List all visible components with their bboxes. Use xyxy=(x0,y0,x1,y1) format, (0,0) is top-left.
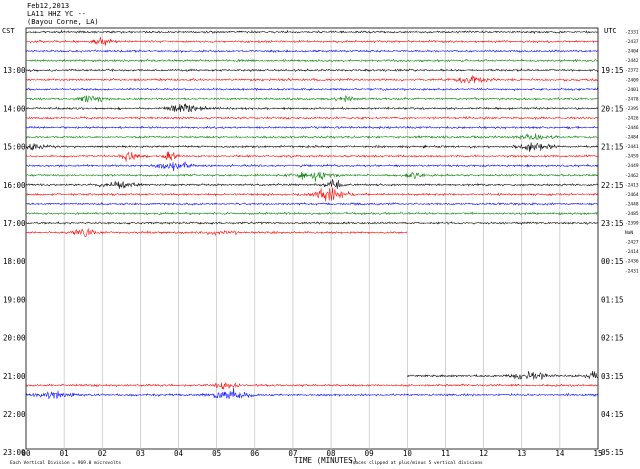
helicorder-chart: Feb12,2013 LA11 HHZ YC -- (Bayou Corne, … xyxy=(0,0,640,469)
line-end-label: NaN xyxy=(625,230,633,236)
right-hour-label: 21:15 xyxy=(601,143,624,152)
right-hour-label: 02:15 xyxy=(601,334,624,343)
line-end-label: -2331 xyxy=(625,30,639,36)
line-end-label: -2484 xyxy=(625,135,639,141)
x-tick-label: 01 xyxy=(60,449,69,458)
x-tick-label: 11 xyxy=(441,449,450,458)
right-hour-label: 04:15 xyxy=(601,410,624,419)
footer-clip-note: Traces clipped at plus/minus 5 vertical … xyxy=(350,460,483,466)
line-end-label: -2395 xyxy=(625,106,639,112)
right-hour-label: 23:15 xyxy=(601,219,624,228)
x-tick-label: 04 xyxy=(174,449,184,458)
left-hour-label: 14:00 xyxy=(3,104,26,113)
right-hour-label: 05:15 xyxy=(601,448,624,457)
right-hour-label: 22:15 xyxy=(601,181,624,190)
right-hour-label: 19:15 xyxy=(601,66,624,75)
line-end-label: -2404 xyxy=(625,49,639,55)
line-end-label: -2372 xyxy=(625,68,639,74)
left-hour-label: 15:00 xyxy=(3,143,26,152)
line-end-label: -2442 xyxy=(625,58,639,64)
line-end-label: -2446 xyxy=(625,125,639,131)
x-tick-label: 05 xyxy=(212,449,221,458)
line-end-label: -2464 xyxy=(625,192,639,198)
x-tick-label: 02 xyxy=(98,449,107,458)
left-hour-label: 18:00 xyxy=(3,257,26,266)
line-end-label: -2441 xyxy=(625,144,639,150)
line-end-label: -2459 xyxy=(625,154,639,160)
left-hour-label: 17:00 xyxy=(3,219,26,228)
x-tick-label: 14 xyxy=(555,449,565,458)
line-end-label: -2409 xyxy=(625,77,639,83)
left-hour-label: 13:00 xyxy=(3,66,26,75)
line-end-label: -2436 xyxy=(625,259,639,265)
right-axis-title: UTC xyxy=(604,27,617,35)
left-hour-label: 19:00 xyxy=(3,295,26,304)
chart-date: Feb12,2013 xyxy=(27,2,69,10)
x-tick-label: 06 xyxy=(250,449,260,458)
x-tick-label: 15 xyxy=(593,449,602,458)
chart-station: LA11 HHZ YC -- xyxy=(27,10,86,18)
x-tick-label: 09 xyxy=(365,449,374,458)
line-end-label: -2478 xyxy=(625,96,639,102)
line-end-label: -2413 xyxy=(625,182,639,188)
x-tick-label: 13 xyxy=(517,449,526,458)
left-axis-title: CST xyxy=(2,27,15,35)
footer-division-note: Each Vertical Division = 969.0 microvolt… xyxy=(10,460,121,466)
line-end-label: -2426 xyxy=(625,115,639,121)
line-end-label: -2449 xyxy=(625,163,639,169)
chart-location: (Bayou Corne, LA) xyxy=(27,18,99,26)
line-end-label: -2437 xyxy=(625,39,639,45)
right-hour-label: 00:15 xyxy=(601,257,624,266)
line-end-label: -2401 xyxy=(625,87,639,93)
left-hour-label: 20:00 xyxy=(3,334,26,343)
line-end-label: -2399 xyxy=(625,221,639,227)
x-tick-label: 03 xyxy=(136,449,145,458)
left-hour-label: 21:00 xyxy=(3,372,26,381)
line-end-label: -2414 xyxy=(625,249,639,255)
line-end-label: -2431 xyxy=(625,268,639,274)
x-tick-label: 10 xyxy=(403,449,413,458)
x-tick-label: 12 xyxy=(479,449,488,458)
right-hour-label: 20:15 xyxy=(601,104,624,113)
left-hour-label: 16:00 xyxy=(3,181,26,190)
right-hour-label: 03:15 xyxy=(601,372,624,381)
line-end-label: -2448 xyxy=(625,201,639,207)
left-hour-label: 22:00 xyxy=(3,410,26,419)
line-end-label: -2462 xyxy=(625,173,639,179)
x-axis-label: TIME (MINUTES) xyxy=(294,456,357,465)
x-tick-label: 00 xyxy=(21,449,31,458)
right-hour-label: 01:15 xyxy=(601,295,624,304)
line-end-label: -2427 xyxy=(625,240,639,246)
line-end-label: -2485 xyxy=(625,211,639,217)
